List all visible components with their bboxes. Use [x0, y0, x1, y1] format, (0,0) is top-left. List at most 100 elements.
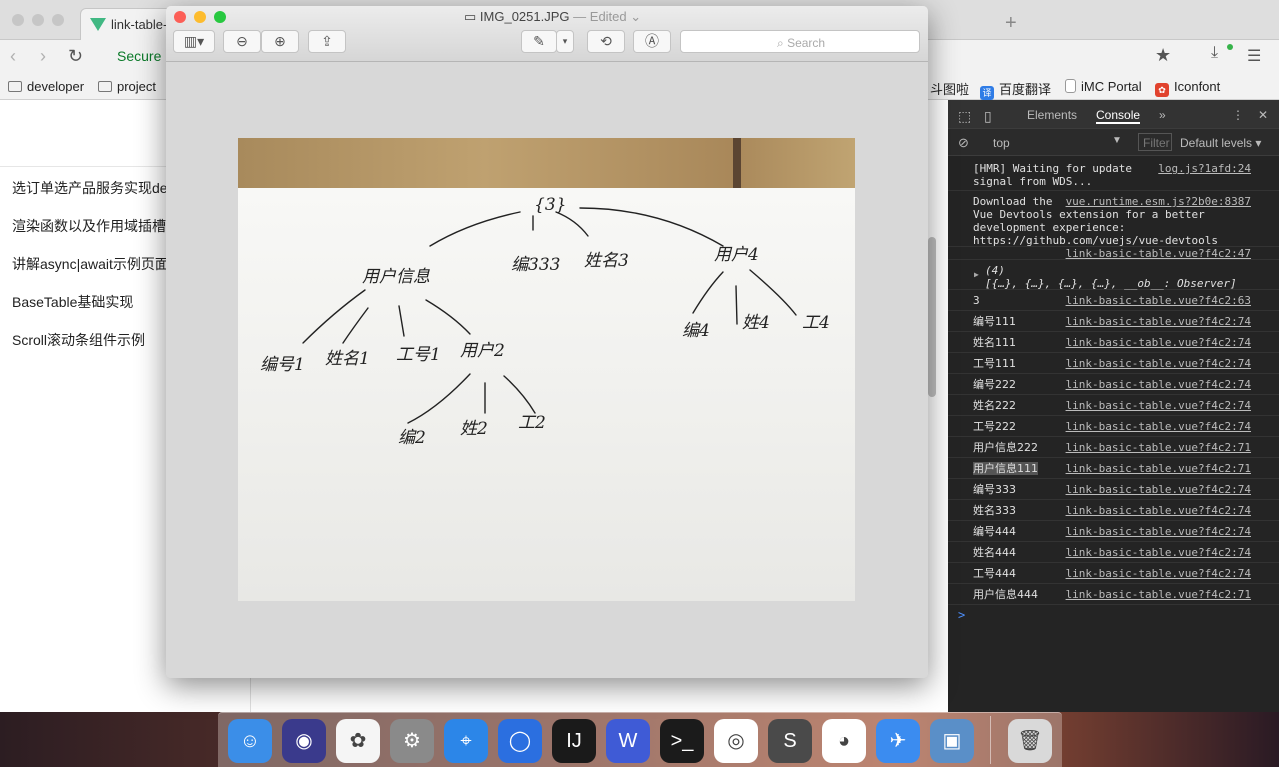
siri-icon[interactable]: ◉	[282, 719, 326, 763]
console-log-row: 工号222 link-basic-table.vue?f4c2:74	[948, 416, 1279, 437]
window-zoom-button[interactable]	[52, 14, 64, 26]
quicktime-icon[interactable]: ◯	[498, 719, 542, 763]
console-log-message: 编号222	[973, 378, 1016, 391]
bookmark-star-icon[interactable]: ★	[1155, 45, 1171, 66]
finder-icon[interactable]: ☺	[228, 719, 272, 763]
console-log-source-link[interactable]: link-basic-table.vue?f4c2:74	[1066, 504, 1251, 517]
console-log-source-link[interactable]: link-basic-table.vue?f4c2:47	[1066, 247, 1251, 260]
console-log-source-link[interactable]: link-basic-table.vue?f4c2:74	[1066, 483, 1251, 496]
terminal-icon[interactable]: >_	[660, 719, 704, 763]
console-log-source-link[interactable]: link-basic-table.vue?f4c2:71	[1066, 588, 1251, 601]
share-icon[interactable]: ⇪	[308, 30, 346, 53]
console-log-source-link[interactable]: link-basic-table.vue?f4c2:71	[1066, 462, 1251, 475]
chevron-down-icon[interactable]: ▼	[1112, 135, 1122, 146]
tab-title: link-table-	[111, 17, 168, 32]
console-log-source-link[interactable]: link-basic-table.vue?f4c2:74	[1066, 357, 1251, 370]
rotate-icon[interactable]: ⟲	[587, 30, 625, 53]
console-log-source-link[interactable]: link-basic-table.vue?f4c2:63	[1066, 294, 1251, 307]
handwritten-tree-diagram: {3} 用户信息 编333 姓名3 用户4 编号1 姓名1 工号1 用户2 编2…	[260, 195, 830, 448]
log-levels-select[interactable]: Default levels ▾	[1180, 136, 1261, 150]
page-scrollbar[interactable]	[928, 237, 936, 397]
sidebar-item[interactable]: 讲解async|await示例页面	[12, 254, 169, 274]
close-devtools-icon[interactable]: ✕	[1258, 108, 1268, 122]
window-minimize-button[interactable]	[32, 14, 44, 26]
safari-icon[interactable]: ⌖	[444, 719, 488, 763]
preview-icon[interactable]: ▣	[930, 719, 974, 763]
tree-node-user2: 用户2	[460, 341, 505, 361]
sidebar-item[interactable]: Scroll滚动条组件示例	[12, 330, 145, 350]
devtools-panel: ⬚ ▯ Elements Console » ⋮ ✕ ⊘ top ▼ Filte…	[948, 100, 1279, 712]
context-select[interactable]: top	[993, 136, 1010, 150]
intellij-icon[interactable]: IJ	[552, 719, 596, 763]
markup-toolbar-icon[interactable]: Ⓐ	[633, 30, 671, 53]
preview-minimize-button[interactable]	[194, 11, 206, 23]
tab-elements[interactable]: Elements	[1027, 108, 1077, 122]
back-arrow-icon[interactable]: ‹	[10, 46, 16, 67]
more-tabs-icon[interactable]: »	[1159, 108, 1166, 122]
preview-zoom-button[interactable]	[214, 11, 226, 23]
console-log-source-link[interactable]: link-basic-table.vue?f4c2:74	[1066, 315, 1251, 328]
menu-icon[interactable]: ☰	[1247, 46, 1261, 66]
sidebar-item[interactable]: 渲染函数以及作用域插槽	[12, 216, 166, 236]
tree-node-user4: 用户4	[714, 245, 759, 265]
console-log-source-link[interactable]: link-basic-table.vue?f4c2:74	[1066, 378, 1251, 391]
tab-console[interactable]: Console	[1096, 108, 1141, 124]
console-log-source-link[interactable]: link-basic-table.vue?f4c2:71	[1066, 441, 1251, 454]
console-log-source-link[interactable]: link-basic-table.vue?f4c2:74	[1066, 525, 1251, 538]
devtools-tabs: ⬚ ▯ Elements Console » ⋮ ✕	[948, 100, 1279, 129]
console-filter-bar: ⊘ top ▼ Filter Default levels ▾	[948, 129, 1279, 156]
browser-tab[interactable]: link-table-	[80, 8, 172, 40]
preview-close-button[interactable]	[174, 11, 186, 23]
console-log-row: 3 link-basic-table.vue?f4c2:63	[948, 290, 1279, 311]
sidebar-item[interactable]: BaseTable基础实现	[12, 292, 133, 312]
console-log-source-link[interactable]: link-basic-table.vue?f4c2:74	[1066, 567, 1251, 580]
wps-icon[interactable]: W	[606, 719, 650, 763]
trash-icon[interactable]: 🗑	[1008, 719, 1052, 763]
console-log-row: 工号444 link-basic-table.vue?f4c2:74	[948, 563, 1279, 584]
expand-triangle-icon[interactable]: ▶	[974, 268, 979, 281]
markup-pen-icon[interactable]: ✎	[521, 30, 557, 53]
bookmark-iconfont[interactable]: ✿ Iconfont	[1155, 79, 1220, 97]
console-log-source-link[interactable]: link-basic-table.vue?f4c2:74	[1066, 336, 1251, 349]
dingtalk-icon[interactable]: ✈	[876, 719, 920, 763]
sidebar-toggle-button[interactable]: ▥▾	[173, 30, 215, 53]
secure-label[interactable]: Secure	[117, 48, 161, 64]
console-log-source-link[interactable]: link-basic-table.vue?f4c2:74	[1066, 399, 1251, 412]
forward-arrow-icon[interactable]: ›	[40, 46, 46, 67]
console-log-source-link[interactable]: link-basic-table.vue?f4c2:74	[1066, 546, 1251, 559]
bookmark-developer[interactable]: developer	[8, 79, 84, 94]
bookmark-doutula[interactable]: 斗图啦	[930, 79, 969, 98]
qq-icon[interactable]: ◕	[822, 719, 866, 763]
bookmark-project[interactable]: project	[98, 79, 156, 94]
system-preferences-icon[interactable]: ⚙	[390, 719, 434, 763]
tree-node-worker1: 工号1	[396, 345, 441, 365]
zoom-out-icon[interactable]: ⊖	[223, 30, 261, 53]
chevron-down-icon[interactable]: ▾	[556, 30, 574, 53]
console-log-source-link[interactable]: log.js?1afd:24	[1158, 162, 1251, 175]
filter-input[interactable]: Filter	[1138, 133, 1172, 151]
console-log-row: [HMR] Waiting for update signal from WDS…	[948, 158, 1279, 191]
window-close-button[interactable]	[12, 14, 24, 26]
sidebar-item[interactable]: 选订单选产品服务实现de	[12, 178, 168, 198]
reload-icon[interactable]: ↻	[68, 46, 83, 67]
console-log-message: 用户信息444	[973, 588, 1038, 601]
console-log-message: 工号111	[973, 357, 1016, 370]
new-tab-button[interactable]: +	[1005, 12, 1017, 35]
console-prompt[interactable]: >	[958, 608, 965, 622]
console-log-source-link[interactable]: link-basic-table.vue?f4c2:74	[1066, 420, 1251, 433]
zoom-in-icon[interactable]: ⊕	[261, 30, 299, 53]
tree-node-no4: 编4	[682, 321, 710, 341]
bookmark-imc-portal[interactable]: iMC Portal	[1065, 79, 1142, 94]
chrome-icon[interactable]: ◎	[714, 719, 758, 763]
tree-node-worker4: 工4	[802, 313, 830, 333]
bookmark-baidu-translate[interactable]: 译百度翻译	[980, 79, 1051, 100]
download-icon[interactable]: ⤓	[1211, 44, 1233, 64]
search-input[interactable]: ⌕ Search	[680, 30, 920, 53]
photos-icon[interactable]: ✿	[336, 719, 380, 763]
device-toolbar-icon[interactable]: ▯	[984, 108, 992, 125]
sublime-icon[interactable]: S	[768, 719, 812, 763]
clear-console-icon[interactable]: ⊘	[958, 135, 969, 151]
console-log-source-link[interactable]: vue.runtime.esm.js?2b0e:8387	[1066, 195, 1251, 208]
inspect-icon[interactable]: ⬚	[958, 108, 971, 125]
more-options-icon[interactable]: ⋮	[1232, 108, 1244, 122]
